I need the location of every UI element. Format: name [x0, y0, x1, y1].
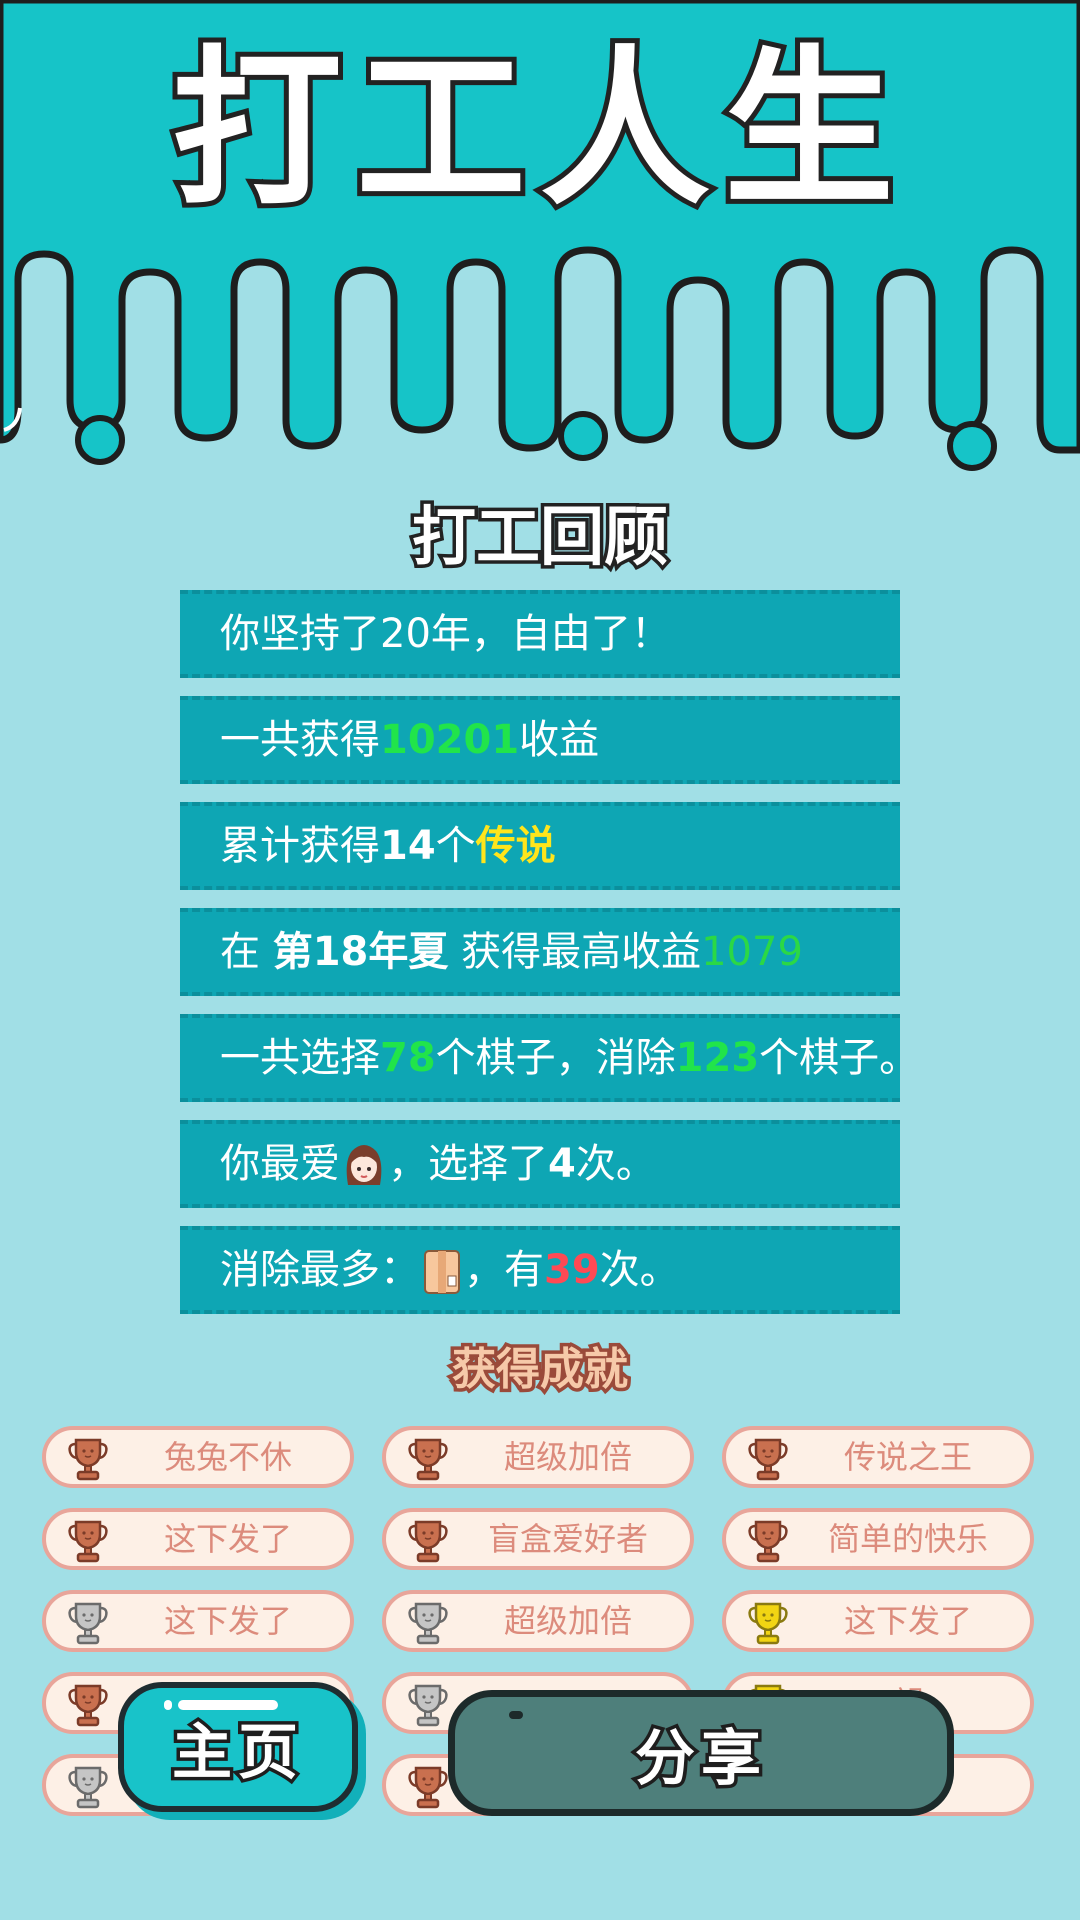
trophy-icon [748, 1438, 788, 1481]
stat-best-season: 第18年夏 [272, 929, 449, 975]
stat-pieces-selected: 78 [380, 1035, 436, 1081]
achievement-label: 盲盒爱好者 [487, 1520, 648, 1558]
trophy-icon [408, 1602, 448, 1645]
trophy-icon [748, 1520, 788, 1563]
achievement-badge: 这下发了 [42, 1590, 354, 1652]
stat-fav-suffix: 次。 [575, 1141, 656, 1187]
drip-drop [75, 415, 125, 465]
stat-cleared-suffix: 次。 [599, 1247, 680, 1293]
stat-pieces-cleared: 123 [675, 1035, 760, 1081]
achievement-badge: 这下发了 [722, 1590, 1034, 1652]
achievement-badge: 简单的快乐 [722, 1508, 1034, 1570]
share-button[interactable]: 分享 [448, 1690, 954, 1816]
stat-legend-count: 14 [380, 823, 436, 869]
review-title: 打工回顾 [409, 498, 672, 579]
stat-row-best: 在 第18年夏 获得最高收益1079 [180, 908, 900, 996]
achievement-label: 传说之王 [843, 1438, 972, 1476]
achievement-label: 超级加倍 [503, 1438, 632, 1476]
stat-pieces-p2: 个棋子，消除 [435, 1035, 676, 1081]
book-icon [424, 1250, 460, 1294]
trophy-icon [68, 1684, 108, 1727]
stat-row-years: 你坚持了20年，自由了！ [180, 590, 900, 678]
stat-cleared-prefix: 消除最多： [220, 1247, 420, 1293]
home-button-label: 主页 [169, 1714, 304, 1791]
share-button-label: 分享 [632, 1720, 767, 1797]
stat-pieces-p1: 一共选择 [220, 1035, 380, 1081]
stat-legend-prefix: 累计获得 [220, 823, 380, 869]
stat-best-prefix: 在 [220, 929, 273, 975]
stat-row-cleared-most: 消除最多： ，有39次。 [180, 1226, 900, 1314]
stat-row-favorite: 你最爱 ，选择了4次。 [180, 1120, 900, 1208]
stat-pieces-p3: 个棋子。 [759, 1035, 900, 1081]
drip-drop [558, 411, 608, 461]
stat-cleared-mid: ，有 [464, 1247, 544, 1293]
achievement-label: 这下发了 [163, 1520, 292, 1558]
stat-legend-mid: 个 [435, 823, 476, 869]
girl-avatar-icon [346, 1145, 382, 1185]
achievement-badge: 传说之王 [722, 1426, 1034, 1488]
app-title: 打工人生 [167, 26, 908, 234]
stat-years-text: 你坚持了20年，自由了！ [220, 611, 671, 657]
trophy-icon [408, 1766, 448, 1809]
trophy-icon [408, 1438, 448, 1481]
stat-row-legend: 累计获得14个传说 [180, 802, 900, 890]
drip-drop [947, 421, 997, 471]
achievement-badge: 超级加倍 [382, 1590, 694, 1652]
trophy-icon [748, 1602, 788, 1645]
stat-cleared-count: 39 [544, 1247, 600, 1293]
achievement-label: 这下发了 [843, 1602, 972, 1640]
stat-fav-mid: ，选择了 [388, 1141, 548, 1187]
stat-fav-count: 4 [548, 1141, 576, 1187]
stat-best-mid: 获得最高收益 [448, 929, 702, 975]
achievement-badge: 这下发了 [42, 1508, 354, 1570]
trophy-icon [68, 1520, 108, 1563]
achievement-label: 超级加倍 [503, 1602, 632, 1640]
achievement-label: 简单的快乐 [827, 1520, 988, 1558]
trophy-icon [408, 1520, 448, 1563]
achievement-badge: 超级加倍 [382, 1426, 694, 1488]
stat-best-amount: 1079 [701, 929, 803, 975]
stat-income-prefix: 一共获得 [220, 717, 380, 763]
trophy-icon [68, 1766, 108, 1809]
stat-legend-tag: 传说 [475, 823, 556, 869]
home-button[interactable]: 主页 [118, 1682, 358, 1812]
achievement-badge: 盲盒爱好者 [382, 1508, 694, 1570]
achievement-label: 兔兔不休 [163, 1438, 292, 1476]
achievement-badge: 兔兔不休 [42, 1426, 354, 1488]
stat-income-suffix: 收益 [519, 717, 600, 763]
stat-row-pieces: 一共选择78个棋子，消除123个棋子。 [180, 1014, 900, 1102]
trophy-icon [408, 1684, 448, 1727]
stat-row-income: 一共获得10201收益 [180, 696, 900, 784]
trophy-icon [68, 1438, 108, 1481]
stat-fav-prefix: 你最爱 [220, 1141, 340, 1187]
achievement-label: 这下发了 [163, 1602, 292, 1640]
stat-income-amount: 10201 [380, 717, 520, 763]
trophy-icon [68, 1602, 108, 1645]
achievements-title: 获得成就 [449, 1341, 632, 1399]
